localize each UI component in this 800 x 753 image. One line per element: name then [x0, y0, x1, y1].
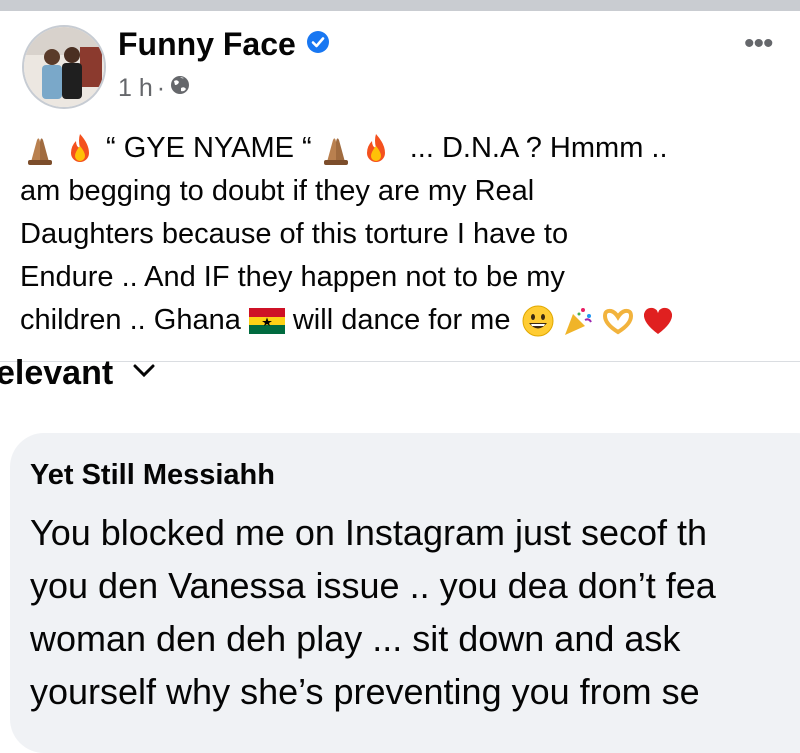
fire-emoji	[62, 131, 98, 167]
verified-badge-icon	[306, 30, 330, 59]
comment-filter[interactable]: elevant	[0, 354, 155, 393]
post-body: “ GYE NYAME “ ... D.N.A ? Hmmm .. am beg…	[20, 127, 790, 342]
chevron-down-icon	[133, 364, 155, 383]
post-line-1: “ GYE NYAME “ ... D.N.A ? Hmmm ..	[20, 127, 790, 170]
party-popper-emoji	[560, 303, 596, 339]
post-line-5a: children .. Ghana	[20, 304, 241, 336]
post-line-3: Daughters because of this torture I have…	[20, 218, 569, 250]
post-after: ... D.N.A ? Hmmm ..	[409, 132, 668, 164]
top-separator-bar	[0, 0, 800, 11]
comment-author[interactable]: Yet Still Messiahh	[30, 459, 275, 492]
red-heart-emoji	[640, 303, 676, 339]
post-meta: 1 h ·	[118, 74, 191, 103]
filter-label: elevant	[0, 354, 114, 392]
post-line-4: Endure .. And IF they happen not to be m…	[20, 261, 565, 293]
post-quote: “ GYE NYAME “	[106, 132, 312, 164]
folded-hands-emoji	[318, 131, 354, 167]
comment-line-3: woman den deh play ... sit down and ask	[30, 618, 681, 659]
comment-line-2: you den Vanessa issue .. you dea don’t f…	[30, 565, 716, 606]
post-line-5: children .. Ghana will dance for me	[20, 299, 790, 342]
avatar[interactable]	[22, 25, 106, 109]
post-line-5b: will dance for me	[292, 304, 511, 336]
ghana-flag-emoji	[248, 303, 285, 339]
comment-line-4: yourself why she’s preventing you from s…	[30, 671, 700, 712]
comment-body: You blocked me on Instagram just secof t…	[30, 506, 800, 718]
post-header: Funny Face	[118, 26, 330, 63]
meta-separator: ·	[156, 74, 166, 102]
author-name[interactable]: Funny Face	[118, 26, 296, 63]
comment-line-1: You blocked me on Instagram just secof t…	[30, 512, 708, 553]
grinning-face-emoji	[520, 303, 556, 339]
more-options-icon[interactable]: •••	[744, 27, 773, 61]
folded-hands-emoji	[22, 131, 58, 167]
avatar-photo	[24, 27, 104, 107]
globe-icon	[169, 74, 191, 103]
post-time[interactable]: 1 h	[118, 74, 153, 103]
post-line-2: am begging to doubt if they are my Real	[20, 175, 535, 207]
heart-hands-emoji	[600, 303, 636, 339]
fire-emoji	[358, 131, 394, 167]
